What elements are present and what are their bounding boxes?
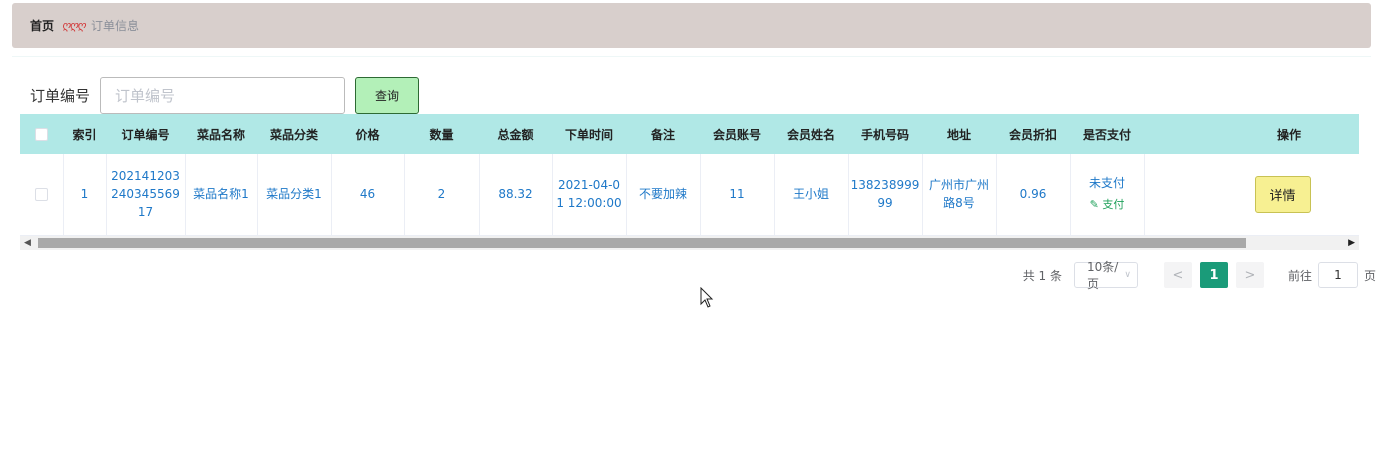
breadcrumb: 首页 ღღღ 订单信息 xyxy=(12,3,1371,48)
cell-dish-category: 菜品分类1 xyxy=(257,154,332,236)
cell-actions: 详情 xyxy=(1144,154,1359,236)
breadcrumb-home[interactable]: 首页 xyxy=(30,17,54,34)
column-header: 索引 xyxy=(63,114,106,154)
column-header: 手机号码 xyxy=(848,114,922,154)
detail-button[interactable]: 详情 xyxy=(1254,175,1311,213)
cell-member-account: 11 xyxy=(700,154,775,236)
column-header: 下单时间 xyxy=(552,114,626,154)
scrollbar-thumb[interactable] xyxy=(38,238,1246,248)
column-header: 价格 xyxy=(331,114,404,154)
column-header: 数量 xyxy=(404,114,479,154)
column-header: 订单编号 xyxy=(106,114,185,154)
cell-order-number: 20214120324034556917 xyxy=(106,154,186,236)
prev-page-button[interactable]: < xyxy=(1163,262,1192,288)
cell-discount: 0.96 xyxy=(996,154,1071,236)
column-header: 菜品分类 xyxy=(257,114,331,154)
select-all-header xyxy=(20,114,63,154)
select-all-checkbox[interactable] xyxy=(35,128,48,141)
cell-price: 46 xyxy=(331,154,405,236)
scroll-left-arrow-icon[interactable]: ◀ xyxy=(24,238,31,248)
breadcrumb-separator: ღღღ xyxy=(62,19,86,32)
table-row: 1 20214120324034556917 菜品名称1 菜品分类1 46 2 … xyxy=(20,154,1359,236)
cell-quantity: 2 xyxy=(404,154,480,236)
cell-order-time: 2021-04-01 12:00:00 xyxy=(552,154,627,236)
goto-label: 前往 xyxy=(1287,268,1312,283)
column-header: 备注 xyxy=(626,114,700,154)
column-header: 会员账号 xyxy=(700,114,774,154)
search-label: 订单编号 xyxy=(30,87,91,105)
row-checkbox[interactable] xyxy=(34,188,48,202)
search-button[interactable]: 查询 xyxy=(355,77,420,114)
cell-total: 88.32 xyxy=(479,154,553,236)
pay-status-text: 未支付 xyxy=(1088,176,1125,191)
cell-member-name: 王小姐 xyxy=(774,154,849,236)
edit-icon: ✎ xyxy=(1089,198,1103,212)
search-bar: 订单编号 查询 xyxy=(30,77,420,114)
page-size-select[interactable]: 10条/页 ∨ xyxy=(1073,260,1138,291)
column-header: 操作 xyxy=(1144,114,1359,154)
pagination: 共 1 条 10条/页 ∨ < 1 > 前往 页 xyxy=(1022,260,1376,291)
pay-link[interactable]: ✎ 支付 xyxy=(1073,196,1142,214)
column-header: 总金额 xyxy=(479,114,552,154)
page-size-value: 10条/页 xyxy=(1086,260,1119,291)
row-select-cell xyxy=(20,154,64,236)
goto-page-input[interactable] xyxy=(1317,262,1358,288)
cell-pay-status: 未支付 ✎ 支付 xyxy=(1070,154,1145,236)
chevron-down-icon: ∨ xyxy=(1124,270,1131,280)
cell-index: 1 xyxy=(63,154,107,236)
column-header: 菜品名称 xyxy=(185,114,257,154)
pagination-total: 共 1 条 xyxy=(1022,268,1062,283)
order-number-input[interactable] xyxy=(100,77,346,114)
column-header: 会员姓名 xyxy=(774,114,848,154)
cell-note: 不要加辣 xyxy=(626,154,701,236)
table-header-row: 索引 订单编号 菜品名称 菜品分类 价格 数量 总金额 下单时间 备注 会员账号… xyxy=(20,114,1359,154)
cell-address: 广州市广州路8号 xyxy=(922,154,997,236)
breadcrumb-current: 订单信息 xyxy=(90,19,139,33)
cell-dish-name: 菜品名称1 xyxy=(185,154,258,236)
mouse-cursor-icon xyxy=(700,287,714,308)
page-number-button[interactable]: 1 xyxy=(1199,262,1228,288)
horizontal-scrollbar[interactable]: ◀ ▶ xyxy=(20,236,1359,250)
column-header: 会员折扣 xyxy=(996,114,1070,154)
column-header: 是否支付 xyxy=(1070,114,1144,154)
orders-table: 索引 订单编号 菜品名称 菜品分类 价格 数量 总金额 下单时间 备注 会员账号… xyxy=(20,114,1359,252)
goto-unit: 页 xyxy=(1363,268,1376,283)
next-page-button[interactable]: > xyxy=(1235,262,1264,288)
cell-phone: 13823899999 xyxy=(848,154,923,236)
pay-link-label: 支付 xyxy=(1102,198,1125,212)
column-header: 地址 xyxy=(922,114,996,154)
scroll-right-arrow-icon[interactable]: ▶ xyxy=(1348,238,1355,248)
